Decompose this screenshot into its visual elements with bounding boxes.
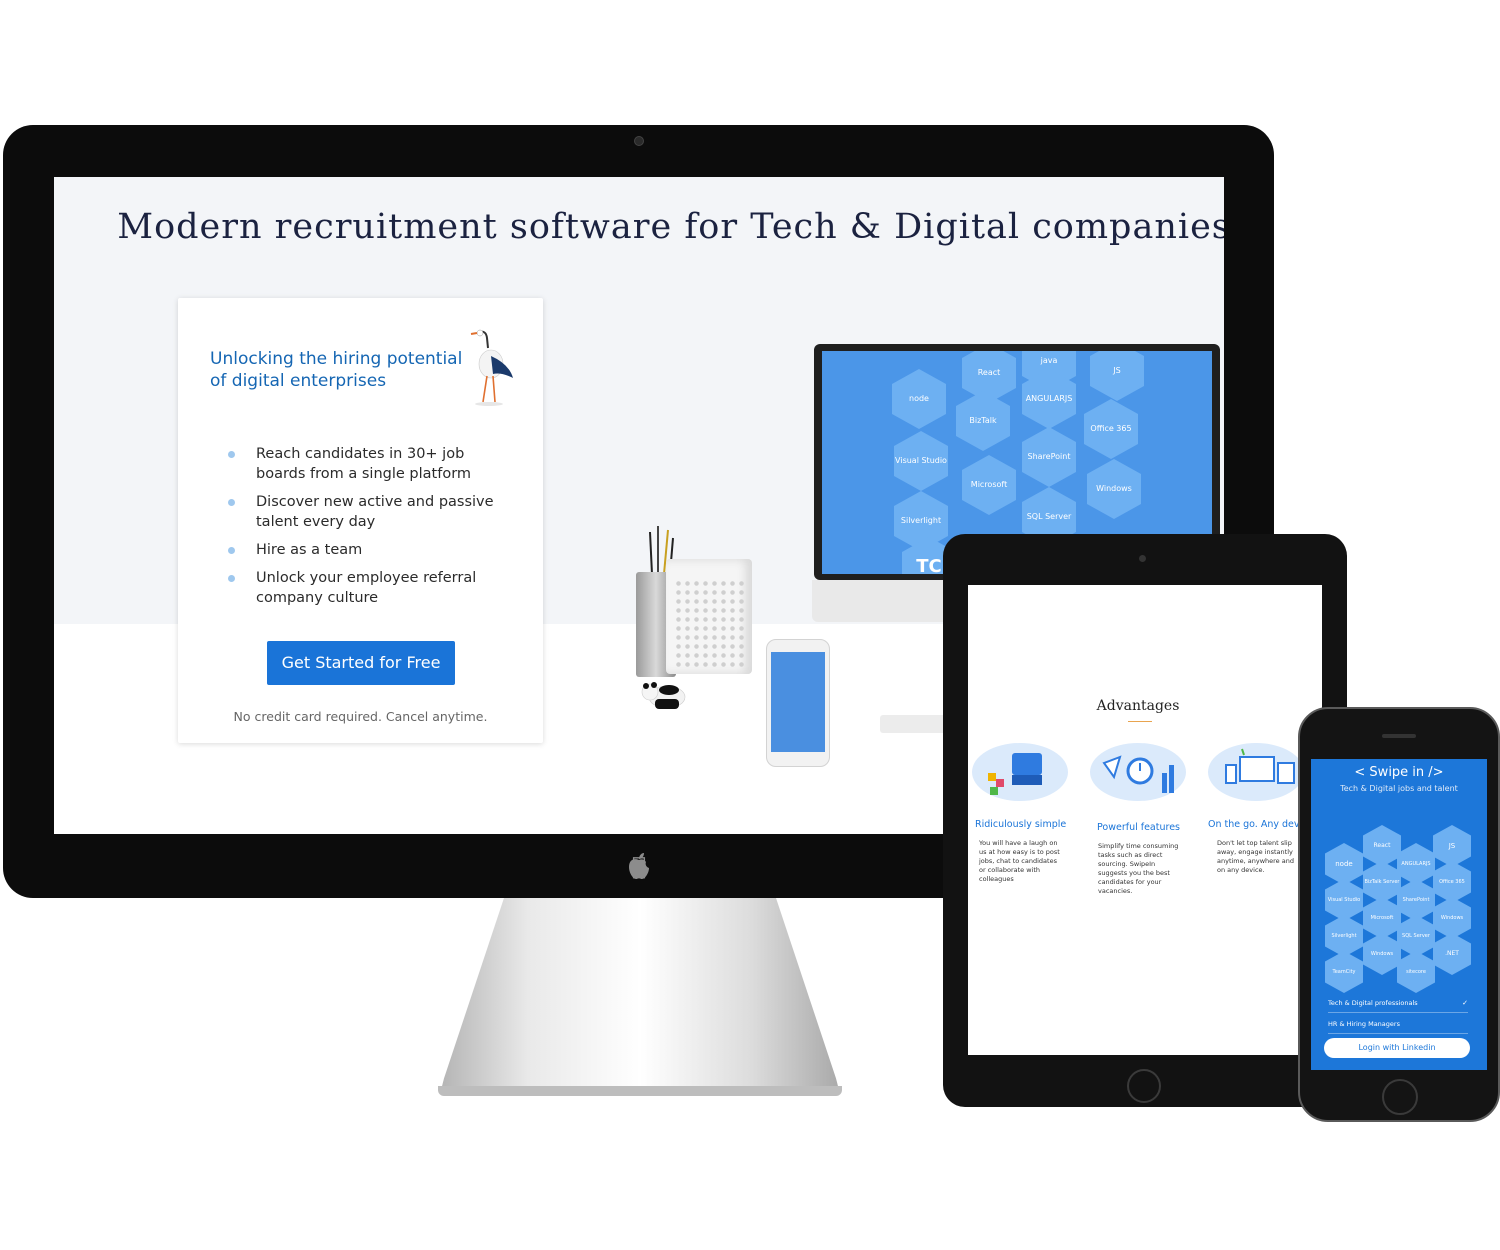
white-cup (666, 559, 752, 674)
cup-pattern (674, 579, 744, 669)
devices-illustration (1208, 743, 1304, 801)
list-item: Unlock your employee referral company cu… (228, 568, 518, 608)
list-item: Hire as a team (228, 540, 518, 560)
iphone-screen: < Swipe in /> Tech & Digital jobs and ta… (1311, 759, 1487, 1070)
feature-text-powerful: Simplify time consuming tasks such as di… (1098, 842, 1179, 895)
tech-tile: node (1325, 843, 1363, 885)
tech-tile: node (892, 369, 946, 429)
clock-chart-illustration (1090, 743, 1186, 801)
tech-tile: Windows (1087, 459, 1141, 519)
apple-logo-icon (629, 853, 649, 879)
iphone-speaker (1382, 734, 1416, 738)
imac-camera (634, 136, 644, 146)
tech-tile: React (1363, 825, 1401, 867)
check-icon: ✓ (1462, 999, 1468, 1007)
tech-tile: ANGULARJS (1397, 843, 1435, 885)
bullet-dot-icon (228, 575, 235, 582)
iphone-device: < Swipe in /> Tech & Digital jobs and ta… (1298, 707, 1500, 1122)
tech-tile: SQL Server (1397, 915, 1435, 957)
stork-illustration (470, 329, 513, 406)
bullet-dot-icon (228, 547, 235, 554)
ipad-home-button[interactable] (1127, 1069, 1161, 1103)
phone-tech-tiles: node React ANGULARJS JS BizTalk Server O… (1311, 819, 1487, 993)
card-heading: Unlocking the hiring potential of digita… (210, 349, 463, 391)
swipein-logo: < Swipe in /> (1354, 765, 1444, 780)
feature-text-simple: You will have a laugh on us at how easy … (979, 839, 1060, 883)
tech-tile: Silverlight (1325, 915, 1363, 957)
option-tech-professionals[interactable]: Tech & Digital professionals ✓ (1328, 999, 1468, 1013)
tech-tile: sitecore (1397, 951, 1435, 993)
ipad-device: Advantages Ridiculously simple Powerful … (943, 534, 1347, 1107)
signup-card: Unlocking the hiring potential of digita… (178, 298, 543, 743)
advantages-title: Advantages (1096, 698, 1180, 714)
panda-figurine (641, 682, 686, 709)
tech-tile: Visual Studio (894, 431, 948, 491)
feature-title-on-the-go: On the go. Any devi (1208, 819, 1303, 830)
tech-tile: Microsoft Dynamics (962, 455, 1016, 515)
option-hr-managers[interactable]: HR & Hiring Managers (1328, 1020, 1468, 1034)
tech-tile: Windows Azure (1363, 933, 1401, 975)
tech-tile: Windows (1433, 897, 1471, 939)
get-started-button[interactable]: Get Started for Free (267, 641, 455, 685)
iphone-home-button[interactable] (1382, 1079, 1418, 1115)
ipad-camera (1139, 555, 1146, 562)
tech-tile: Office 365 (1084, 399, 1138, 459)
tech-tile: SharePoint (1397, 879, 1435, 921)
bullet-dot-icon (228, 499, 235, 506)
feature-title-powerful: Powerful features (1097, 822, 1180, 833)
no-credit-card-note: No credit card required. Cancel anytime. (233, 709, 488, 724)
feature-title-simple: Ridiculously simple (975, 819, 1067, 830)
bullet-dot-icon (228, 451, 235, 458)
tech-tile: BizTalk Server (956, 391, 1010, 451)
imac-stand (440, 898, 840, 1094)
login-linkedin-button[interactable]: Login with Linkedin (1324, 1038, 1470, 1058)
feature-text-on-the-go: Don't let top talent slip away, engage i… (1217, 839, 1294, 874)
tech-tile: JS (1090, 351, 1144, 401)
blocks-illustration (972, 743, 1068, 801)
tech-tile: TeamCity (1325, 951, 1363, 993)
tech-tile: .NET (1433, 933, 1471, 975)
ipad-screen: Advantages Ridiculously simple Powerful … (968, 585, 1322, 1055)
tech-tile: JS (1433, 825, 1471, 867)
title-underline (1128, 721, 1152, 722)
imac-stand-base (438, 1086, 842, 1096)
list-item: Discover new active and passive talent e… (228, 492, 518, 532)
tech-tile: Office 365 (1433, 861, 1471, 903)
tech-tile: Microsoft Dynamics (1363, 897, 1401, 939)
tech-tile: Visual Studio (1325, 879, 1363, 921)
desk-phone (766, 639, 830, 767)
desk-phone-screen (771, 652, 825, 752)
swipein-tagline: Tech & Digital jobs and talent (1340, 784, 1458, 793)
benefits-list: Reach candidates in 30+ job boards from … (228, 444, 518, 616)
page-title: Modern recruitment software for Tech & D… (117, 207, 1224, 247)
tech-tile: BizTalk Server (1363, 861, 1401, 903)
tech-tile: SharePoint (1022, 427, 1076, 487)
list-item: Reach candidates in 30+ job boards from … (228, 444, 518, 484)
